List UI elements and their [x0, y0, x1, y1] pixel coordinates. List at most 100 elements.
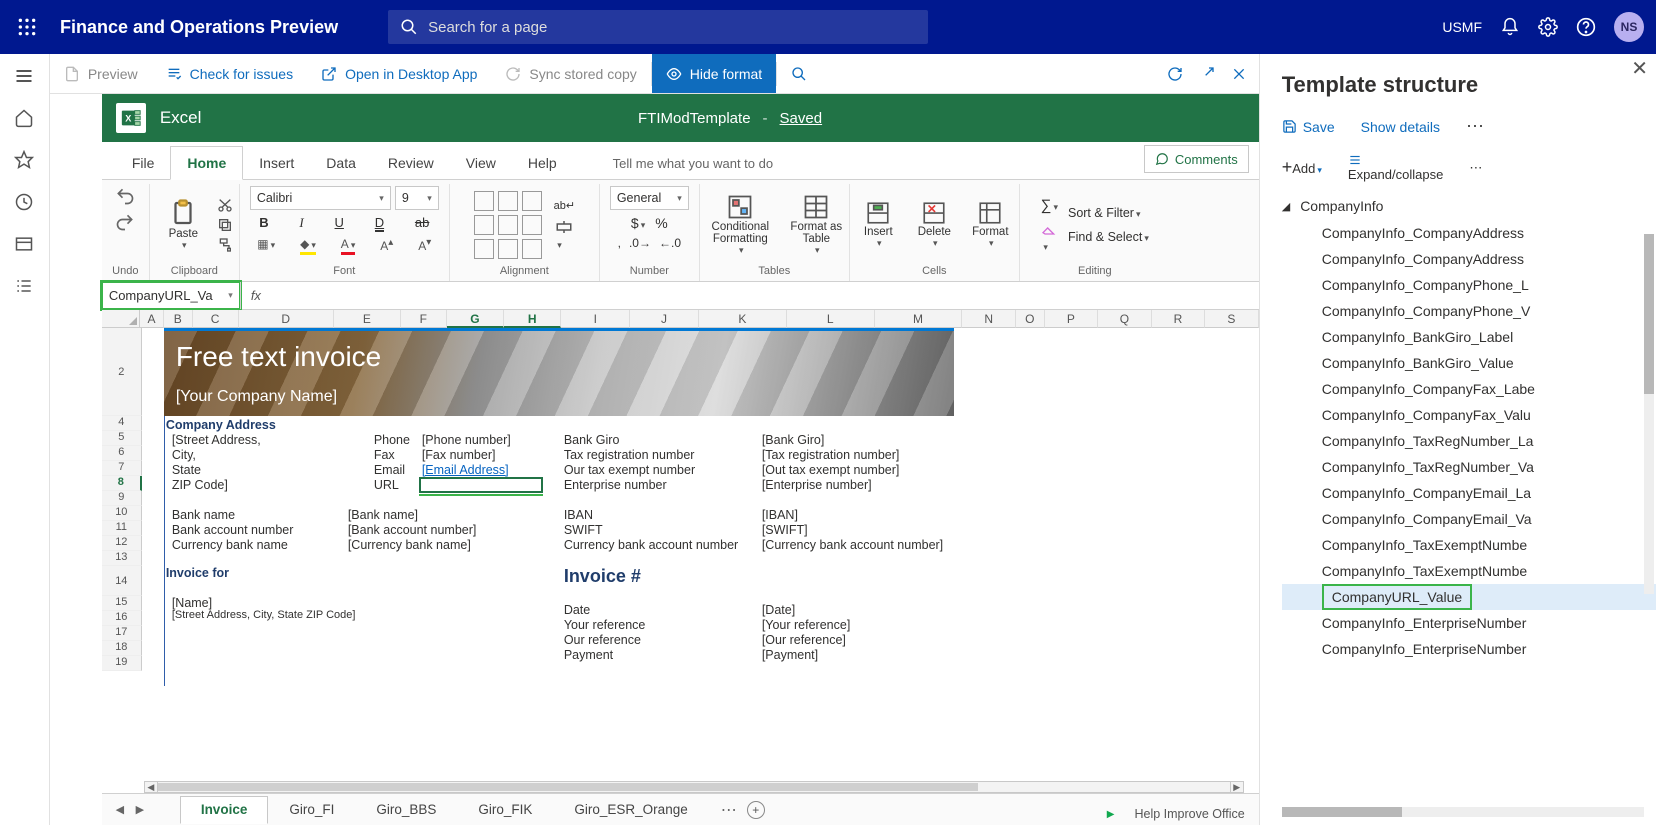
grow-font-icon[interactable]: A▴ [380, 237, 393, 253]
row-header-5[interactable]: 5 [102, 431, 142, 446]
tree-leaf[interactable]: CompanyInfo_CompanyFax_Labe [1282, 376, 1656, 402]
help-icon[interactable] [1576, 17, 1596, 37]
align-bot-left-icon[interactable] [474, 239, 494, 259]
col-header-S[interactable]: S [1205, 310, 1259, 328]
tab-view[interactable]: View [450, 147, 512, 179]
panel-add-button[interactable]: +Add▾ [1282, 160, 1322, 176]
col-header-P[interactable]: P [1045, 310, 1099, 328]
bold-icon[interactable]: B [259, 215, 268, 232]
comma-icon[interactable]: , [618, 236, 621, 250]
row-header-17[interactable]: 17 [102, 626, 142, 641]
align-mid-left-icon[interactable] [474, 215, 494, 235]
user-avatar[interactable]: NS [1614, 12, 1644, 42]
collapse-icon[interactable]: ◢ [1282, 200, 1290, 213]
notification-icon[interactable] [1500, 17, 1520, 37]
align-top-center-icon[interactable] [498, 191, 518, 211]
undo-icon[interactable] [115, 186, 135, 206]
row-header-4[interactable]: 4 [102, 416, 142, 431]
align-top-left-icon[interactable] [474, 191, 494, 211]
tree-leaf[interactable]: CompanyInfo_EnterpriseNumber [1282, 636, 1656, 662]
tree-root[interactable]: ◢ CompanyInfo [1282, 192, 1656, 220]
row-header-8[interactable]: 8 [102, 476, 142, 491]
formula-input[interactable]: fx [240, 282, 1259, 309]
currency-icon[interactable]: $▾ [631, 215, 645, 231]
panel-save-button[interactable]: Save [1282, 119, 1335, 135]
tab-nav-first-icon[interactable]: ◀ [110, 803, 130, 816]
row-header-7[interactable]: 7 [102, 461, 142, 476]
dec-decimal-icon[interactable]: ←.0 [659, 236, 681, 250]
show-details-button[interactable]: Show details [1361, 119, 1440, 135]
recent-icon[interactable] [14, 192, 34, 212]
row-header-16[interactable]: 16 [102, 611, 142, 626]
check-issues-button[interactable]: Check for issues [152, 54, 307, 93]
border-icon[interactable]: ▦▾ [257, 237, 275, 253]
panel-vertical-scrollbar[interactable] [1644, 234, 1654, 594]
col-header-R[interactable]: R [1152, 310, 1206, 328]
font-size-combo[interactable]: 9▾ [395, 186, 439, 210]
col-header-J[interactable]: J [630, 310, 699, 328]
sort-filter-button[interactable]: Sort & Filter▾ [1068, 206, 1141, 220]
tab-home[interactable]: Home [170, 146, 243, 180]
expand-collapse-button[interactable]: Expand/collapse [1348, 153, 1443, 182]
tree-leaf[interactable]: CompanyInfo_TaxRegNumber_La [1282, 428, 1656, 454]
tree-leaf[interactable]: CompanyURL_Value [1282, 584, 1656, 610]
workspace-icon[interactable] [14, 234, 34, 254]
col-header-A[interactable]: A [140, 310, 164, 328]
panel-more2-icon[interactable]: ⋯ [1469, 160, 1482, 176]
col-header-D[interactable]: D [239, 310, 335, 328]
company-label[interactable]: USMF [1442, 19, 1482, 35]
format-cells-button[interactable]: Format▾ [966, 200, 1014, 249]
panel-horizontal-scrollbar[interactable] [1282, 807, 1644, 817]
conditional-formatting-button[interactable]: Conditional Formatting▾ [703, 193, 777, 256]
tab-data[interactable]: Data [310, 147, 372, 179]
tree-leaf[interactable]: CompanyInfo_CompanyAddress [1282, 220, 1656, 246]
name-box[interactable]: CompanyURL_Va▾ [100, 280, 242, 311]
settings-icon[interactable] [1538, 17, 1558, 37]
more-tabs-icon[interactable]: ⋯ [721, 800, 739, 820]
home-icon[interactable] [14, 108, 34, 128]
preview-button[interactable]: Preview [50, 54, 152, 93]
tree-leaf[interactable]: CompanyInfo_CompanyEmail_Va [1282, 506, 1656, 532]
tree-leaf[interactable]: CompanyInfo_CompanyEmail_La [1282, 480, 1656, 506]
format-as-table-button[interactable]: Format as Table▾ [787, 193, 845, 256]
row-header-18[interactable]: 18 [102, 641, 142, 656]
col-header-M[interactable]: M [875, 310, 963, 328]
wrap-text-icon[interactable]: ab↵ [554, 199, 575, 212]
col-header-O[interactable]: O [1016, 310, 1045, 328]
redo-icon[interactable] [115, 212, 135, 232]
col-header-F[interactable]: F [401, 310, 447, 328]
tree-leaf[interactable]: CompanyInfo_CompanyPhone_L [1282, 272, 1656, 298]
tree-leaf[interactable]: CompanyInfo_CompanyAddress [1282, 246, 1656, 272]
row-header-19[interactable]: 19 [102, 656, 142, 671]
panel-close-icon[interactable]: ✕ [1631, 56, 1648, 81]
col-header-K[interactable]: K [699, 310, 787, 328]
percent-icon[interactable]: % [655, 215, 667, 231]
strike-icon[interactable]: ab [415, 215, 429, 232]
shrink-font-icon[interactable]: A▾ [418, 237, 431, 253]
inc-decimal-icon[interactable]: .0→ [629, 236, 651, 250]
row-header-13[interactable]: 13 [102, 551, 142, 566]
help-improve-link[interactable]: Help Improve Office [1134, 807, 1244, 821]
align-mid-right-icon[interactable] [522, 215, 542, 235]
row-header-6[interactable]: 6 [102, 446, 142, 461]
add-sheet-icon[interactable]: + [747, 801, 765, 819]
hide-format-button[interactable]: Hide format [652, 54, 776, 93]
find-select-button[interactable]: Find & Select▾ [1068, 230, 1149, 244]
clear-icon[interactable]: ▾ [1041, 222, 1057, 253]
comments-button[interactable]: Comments [1144, 145, 1249, 173]
open-desktop-button[interactable]: Open in Desktop App [307, 54, 491, 93]
col-header-B[interactable]: B [164, 310, 193, 328]
tree-leaf[interactable]: CompanyInfo_EnterpriseNumber [1282, 610, 1656, 636]
paste-button[interactable]: Paste ▾ [155, 198, 211, 251]
insert-cells-button[interactable]: Insert▾ [854, 200, 902, 249]
tree-leaf[interactable]: CompanyInfo_BankGiro_Label [1282, 324, 1656, 350]
align-top-right-icon[interactable] [522, 191, 542, 211]
tab-help[interactable]: Help [512, 147, 573, 179]
row-header-14[interactable]: 14 [102, 566, 142, 596]
tree-leaf[interactable]: CompanyInfo_CompanyFax_Valu [1282, 402, 1656, 428]
horizontal-scrollbar[interactable]: ◀▶ [144, 781, 1244, 793]
underline-icon[interactable]: U [335, 215, 344, 232]
row-header-9[interactable]: 9 [102, 491, 142, 506]
col-header-L[interactable]: L [787, 310, 875, 328]
format-painter-icon[interactable] [217, 237, 233, 253]
